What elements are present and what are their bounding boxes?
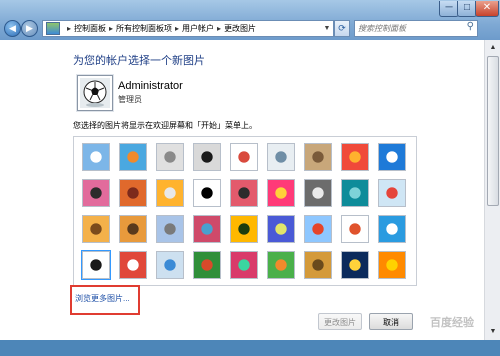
search-icon[interactable]: ⚲: [467, 21, 474, 32]
picture-option-paper-crane[interactable]: [378, 179, 406, 207]
page-title: 为您的帐户选择一个新图片: [73, 55, 205, 67]
picture-option-robot[interactable]: [156, 143, 184, 171]
picture-option-doll[interactable]: [341, 215, 369, 243]
back-arrow-icon: ◀: [9, 23, 16, 33]
breadcrumb-separator[interactable]: ▸: [109, 24, 113, 33]
refresh-icon: ⟳: [338, 23, 346, 33]
minimize-button[interactable]: ─: [439, 1, 459, 17]
scroll-down-icon[interactable]: ▼: [487, 326, 499, 338]
forward-button[interactable]: ▶: [21, 20, 38, 37]
picture-option-mosaic[interactable]: [119, 179, 147, 207]
picture-option-sailboat[interactable]: [378, 215, 406, 243]
picture-option-dice[interactable]: [304, 179, 332, 207]
picture-option-marbles[interactable]: [156, 251, 184, 279]
breadcrumb-all-items[interactable]: 所有控制面板项: [116, 23, 172, 34]
window-titlebar: ─ □ ✕ ◀ ▶ ▸ 控制面板 ▸ 所有控制面板项 ▸ 用户帐户 ▸ 更改图片…: [0, 0, 500, 40]
user-name: Administrator: [118, 80, 183, 92]
picture-option-spiral[interactable]: [304, 251, 332, 279]
picture-option-purple-flower[interactable]: [267, 215, 295, 243]
breadcrumb-separator: ▸: [67, 24, 72, 33]
watermark: 百度经验: [430, 317, 474, 329]
breadcrumb-separator[interactable]: ▸: [175, 24, 179, 33]
picture-option-kitten[interactable]: [304, 143, 332, 171]
breadcrumb-control-panel[interactable]: 控制面板: [74, 23, 106, 34]
picture-description: 您选择的图片将显示在欢迎屏幕和「开始」菜单上。: [73, 121, 257, 130]
address-bar[interactable]: ▸ 控制面板 ▸ 所有控制面板项 ▸ 用户帐户 ▸ 更改图片 ▼: [42, 20, 334, 37]
picture-option-butterfly[interactable]: [267, 251, 295, 279]
change-picture-button[interactable]: 更改图片: [318, 313, 362, 330]
picture-option-turntable[interactable]: [193, 143, 221, 171]
scroll-up-icon[interactable]: ▲: [487, 42, 499, 54]
picture-option-guitar[interactable]: [82, 215, 110, 243]
picture-option-dog[interactable]: [193, 179, 221, 207]
refresh-button[interactable]: ⟳: [334, 20, 350, 37]
picture-option-red-flower[interactable]: [341, 143, 369, 171]
close-button[interactable]: ✕: [475, 1, 499, 17]
search-input[interactable]: [355, 21, 461, 36]
taskbar-edge: [0, 340, 500, 356]
picture-option-blue-petals[interactable]: [378, 143, 406, 171]
picture-option-teal-stairs[interactable]: [341, 179, 369, 207]
current-user-picture: [77, 75, 113, 111]
back-button[interactable]: ◀: [4, 20, 21, 37]
picture-option-starfish[interactable]: [119, 143, 147, 171]
soccer-ball-avatar-icon: [80, 78, 110, 108]
picture-option-globe[interactable]: [267, 143, 295, 171]
picture-option-ferris-wheel[interactable]: [82, 143, 110, 171]
control-panel-icon: [46, 22, 60, 35]
breadcrumb-change-picture[interactable]: 更改图片: [224, 23, 256, 34]
picture-option-robot-toy[interactable]: [156, 215, 184, 243]
search-box[interactable]: ⚲: [354, 20, 478, 37]
address-dropdown-icon[interactable]: ▼: [321, 25, 333, 32]
maximize-button[interactable]: □: [457, 1, 477, 17]
picture-option-pink-star[interactable]: [267, 179, 295, 207]
picture-option-orange-leaf[interactable]: [156, 179, 184, 207]
picture-option-gerbera[interactable]: [378, 251, 406, 279]
picture-option-puppy[interactable]: [119, 215, 147, 243]
picture-option-shoes[interactable]: [230, 179, 258, 207]
vertical-scrollbar[interactable]: ▲ ▼: [484, 40, 500, 340]
picture-grid: [73, 136, 417, 286]
main-content: 为您的帐户选择一个新图片 Administrator 管理员 您选择的图片将显示…: [0, 40, 484, 340]
scroll-thumb[interactable]: [487, 56, 499, 206]
breadcrumb-separator[interactable]: ▸: [217, 24, 221, 33]
cancel-button[interactable]: 取消: [369, 313, 413, 330]
picture-option-window[interactable]: [193, 251, 221, 279]
picture-option-colorful-fabric[interactable]: [230, 251, 258, 279]
picture-option-sunflower[interactable]: [230, 215, 258, 243]
picture-option-lucky-cat[interactable]: [230, 143, 258, 171]
picture-option-soccer-ball[interactable]: [81, 250, 111, 280]
picture-option-balloon[interactable]: [304, 215, 332, 243]
picture-option-lighthouse[interactable]: [341, 251, 369, 279]
breadcrumb-user-accounts[interactable]: 用户帐户: [182, 23, 214, 34]
picture-option-red-pattern[interactable]: [119, 251, 147, 279]
highlight-annotation: [70, 285, 140, 315]
user-role: 管理员: [118, 95, 142, 104]
forward-arrow-icon: ▶: [26, 23, 33, 33]
picture-option-ball[interactable]: [82, 179, 110, 207]
picture-option-fabric[interactable]: [193, 215, 221, 243]
